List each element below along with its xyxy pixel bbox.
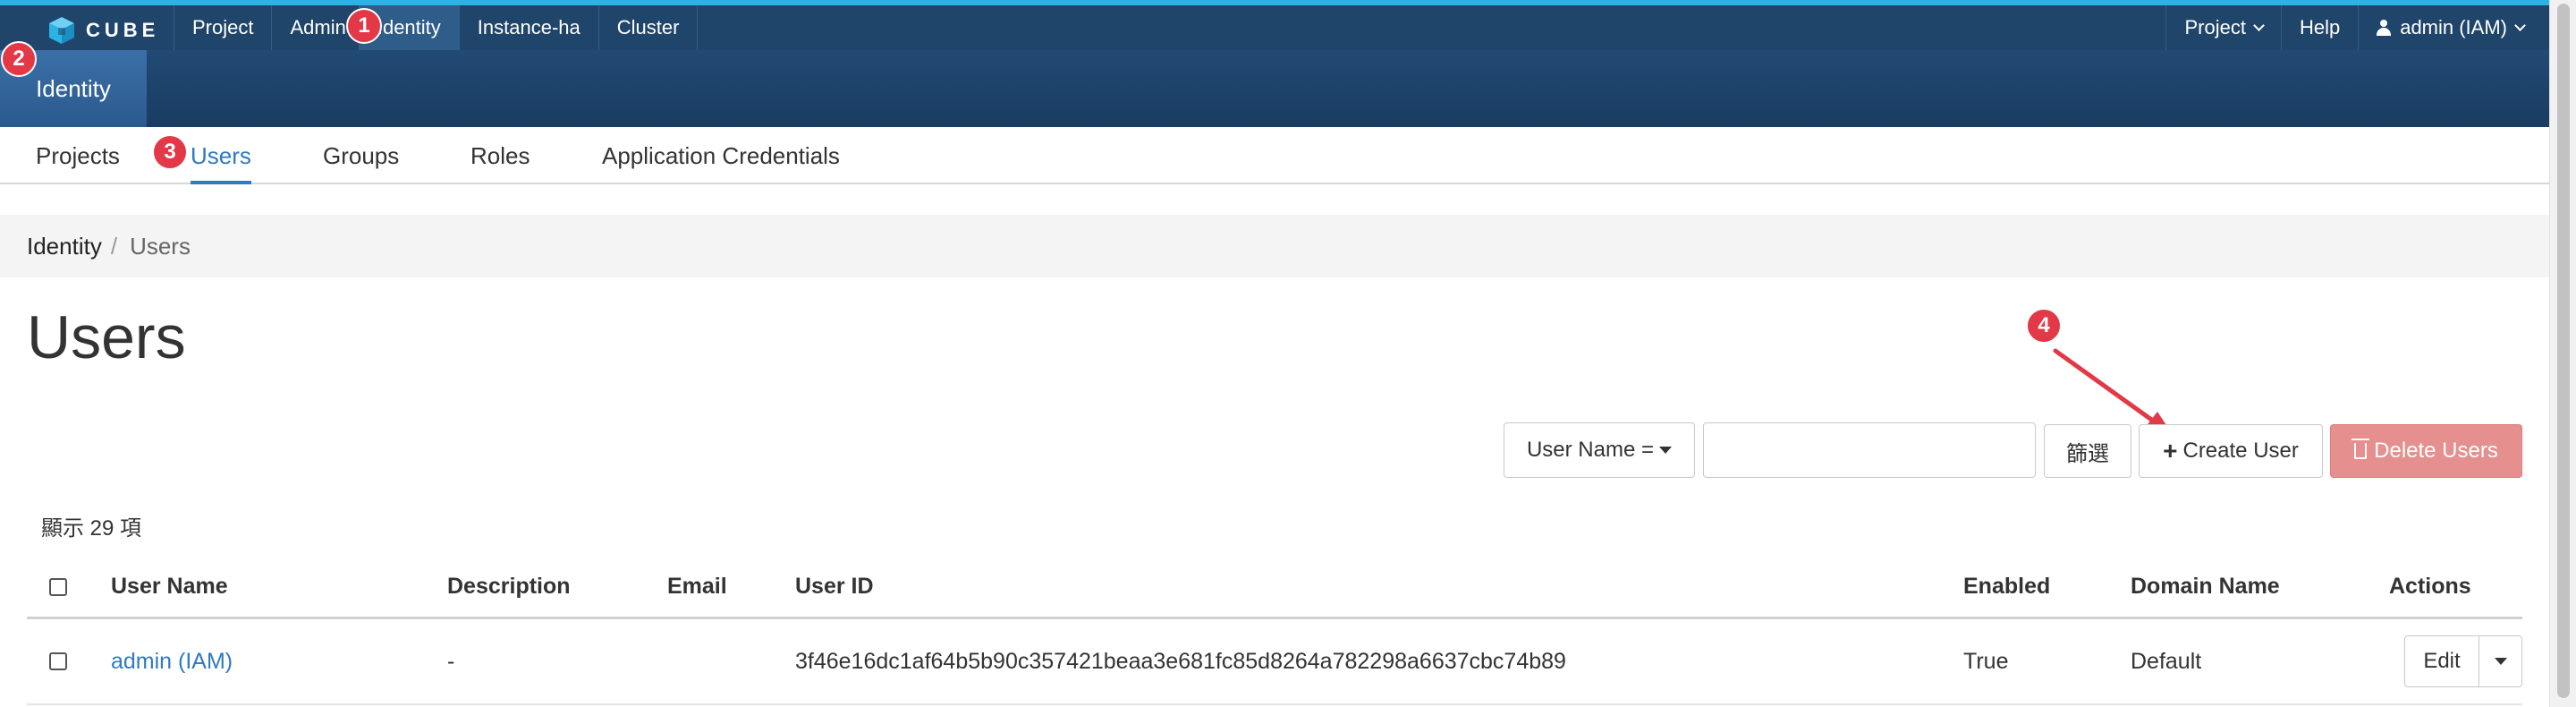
- table-header: User Name Description Email User ID Enab…: [27, 557, 2522, 619]
- scrollbar-thumb[interactable]: [2557, 4, 2570, 698]
- nav-instance-ha[interactable]: Instance-ha: [460, 5, 599, 50]
- tab-groups[interactable]: Groups: [323, 127, 399, 184]
- user-id-cell: 3f46e16dc1af64b5b90c357421beaa3e681fc85d…: [795, 648, 1566, 674]
- header-email[interactable]: Email: [667, 557, 727, 617]
- filter-field-label: User Name =: [1526, 438, 1655, 462]
- project-dropdown[interactable]: Project: [2165, 5, 2280, 50]
- top-navbar: CUBE Project Admin Identity Instance-ha …: [0, 0, 2549, 50]
- trash-icon: [2351, 439, 2370, 459]
- annotation-marker-3: 3: [152, 134, 188, 170]
- nav-cluster[interactable]: Cluster: [599, 5, 699, 50]
- breadcrumb-current: Users: [130, 232, 191, 260]
- brand[interactable]: CUBE: [47, 13, 159, 48]
- user-name-cell: admin (IAM): [111, 619, 233, 703]
- create-user-button[interactable]: + Create User: [2139, 424, 2323, 478]
- tab-projects[interactable]: Projects: [36, 127, 120, 184]
- row-actions: Edit: [2404, 635, 2522, 687]
- delete-users-label: Delete Users: [2374, 439, 2498, 463]
- enabled-cell: True: [1963, 648, 2009, 674]
- project-dropdown-label: Project: [2184, 16, 2246, 38]
- users-table: User Name Description Email User ID Enab…: [27, 557, 2522, 705]
- user-nav: Project Help admin (IAM): [2165, 5, 2549, 50]
- dashboard-header: Identity: [0, 50, 2549, 127]
- select-all-checkbox[interactable]: [49, 577, 67, 596]
- breadcrumb-identity[interactable]: Identity: [27, 233, 102, 260]
- edit-button[interactable]: Edit: [2404, 635, 2479, 687]
- brand-name: CUBE: [86, 19, 160, 41]
- main-nav: Project Admin Identity Instance-ha Clust…: [174, 5, 699, 50]
- description-cell: -: [447, 648, 455, 674]
- caret-down-icon: [1659, 447, 1673, 454]
- page-scrollbar[interactable]: [2549, 0, 2576, 707]
- annotation-marker-1: 1: [346, 8, 382, 44]
- chevron-down-icon: [2514, 20, 2526, 31]
- annotation-marker-2: 2: [1, 41, 37, 77]
- item-count: 顯示 29 項: [41, 516, 142, 541]
- header-user-id[interactable]: User ID: [795, 557, 874, 617]
- row-actions-dropdown[interactable]: [2479, 635, 2522, 687]
- header-user-name[interactable]: User Name: [111, 557, 228, 617]
- plus-icon: +: [2163, 437, 2178, 464]
- chevron-down-icon: [2253, 20, 2265, 31]
- select-all-cell: [49, 557, 67, 617]
- filter-field-dropdown[interactable]: User Name =: [1504, 422, 1695, 478]
- user-menu-label: admin (IAM): [2400, 16, 2507, 38]
- panel-tabs: Projects Users Groups Roles Application …: [0, 127, 2549, 184]
- table-row: admin (IAM) - 3f46e16dc1af64b5b90c357421…: [27, 619, 2522, 705]
- annotation-marker-4: 4: [2026, 308, 2062, 344]
- nav-project[interactable]: Project: [174, 5, 273, 50]
- row-select-cell: [49, 619, 67, 703]
- tab-roles[interactable]: Roles: [470, 127, 530, 184]
- header-domain-name[interactable]: Domain Name: [2131, 557, 2280, 617]
- page-title: Users: [27, 303, 186, 371]
- caret-down-icon: [2494, 658, 2507, 665]
- row-checkbox[interactable]: [49, 652, 67, 670]
- tab-users[interactable]: Users: [191, 127, 251, 184]
- header-enabled[interactable]: Enabled: [1963, 557, 2050, 617]
- breadcrumb: Identity / Users: [0, 215, 2549, 277]
- header-description[interactable]: Description: [447, 557, 571, 617]
- filter-submit-button[interactable]: 篩選: [2044, 424, 2131, 478]
- header-actions: Actions: [2389, 574, 2471, 599]
- create-user-label: Create User: [2182, 439, 2299, 463]
- user-menu[interactable]: admin (IAM): [2358, 5, 2549, 50]
- breadcrumb-separator: /: [110, 232, 118, 260]
- user-icon: [2377, 20, 2392, 36]
- user-name-link[interactable]: admin (IAM): [111, 649, 233, 675]
- cube-logo-icon: [49, 17, 74, 44]
- filter-input[interactable]: [1703, 422, 2036, 478]
- domain-cell: Default: [2131, 648, 2202, 674]
- tab-application-credentials[interactable]: Application Credentials: [602, 127, 840, 184]
- help-link[interactable]: Help: [2280, 5, 2358, 50]
- delete-users-button[interactable]: Delete Users: [2330, 424, 2522, 478]
